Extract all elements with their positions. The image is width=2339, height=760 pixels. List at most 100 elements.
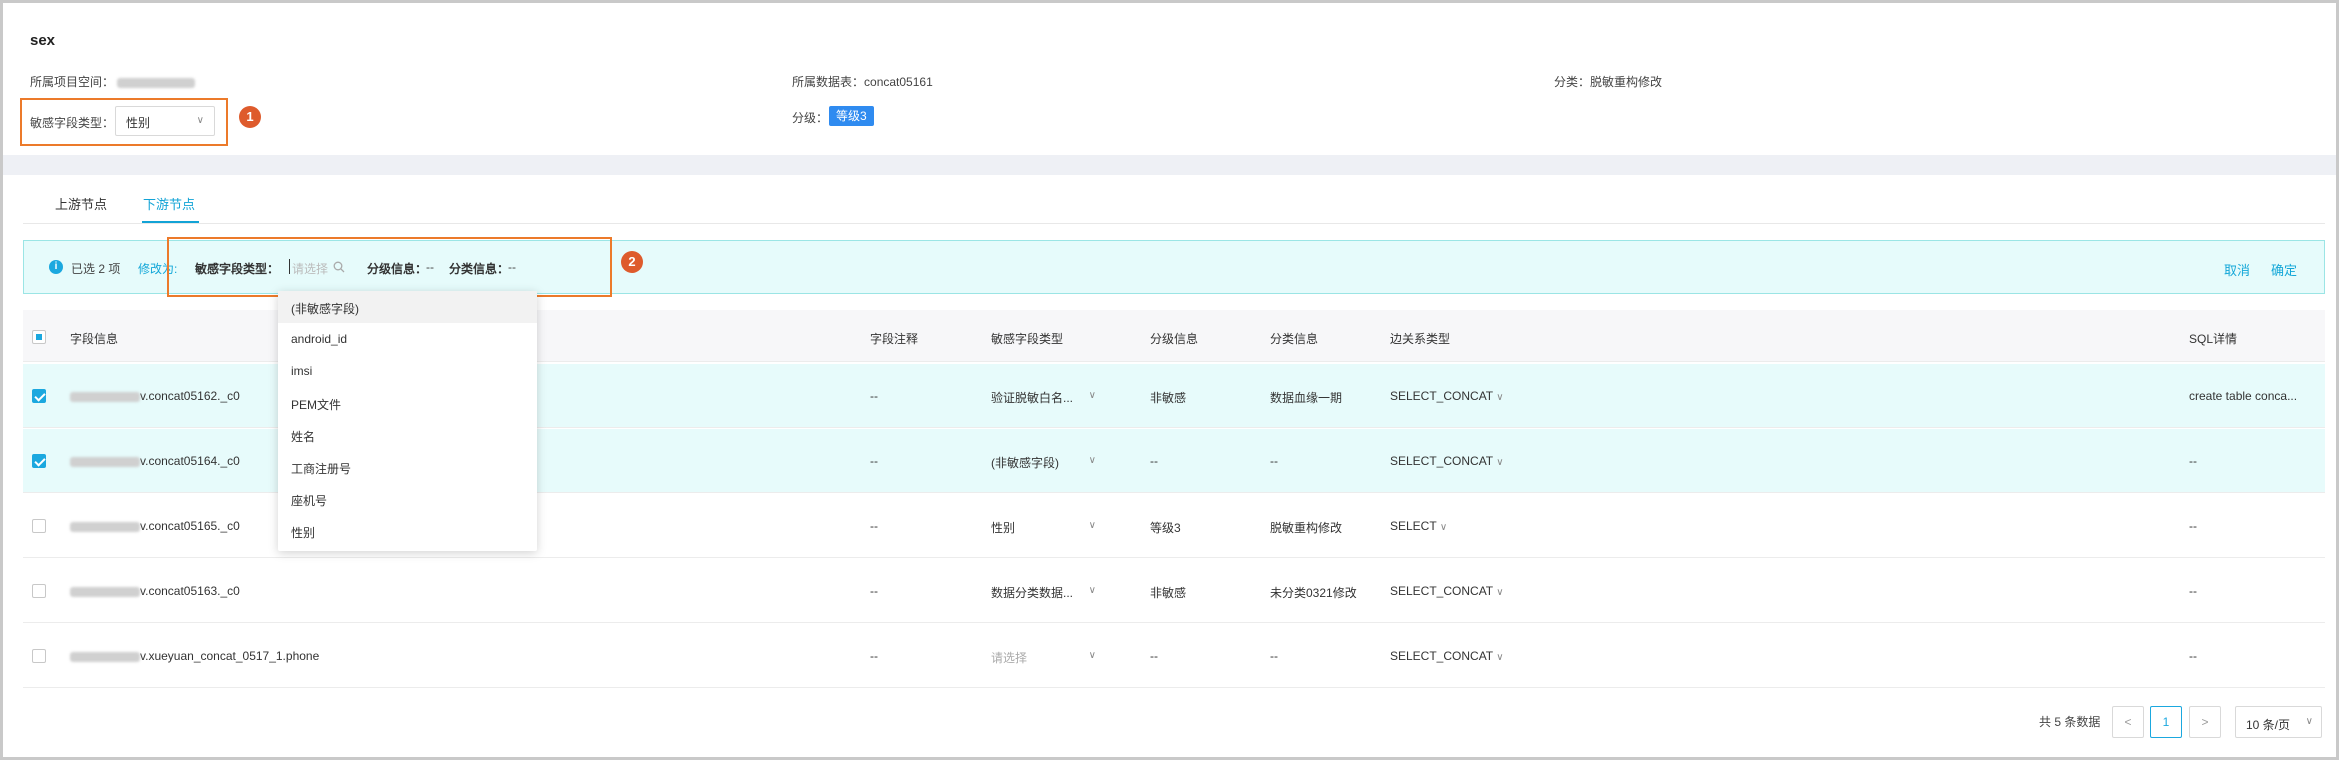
next-page-button[interactable]: >	[2189, 706, 2221, 738]
page-size-value: 10 条/页	[2246, 718, 2291, 732]
chevron-down-icon: ∨	[1088, 585, 1096, 596]
sql-detail[interactable]: create table conca...	[2189, 389, 2297, 403]
level-tag: 等级3	[829, 106, 874, 126]
field-comment: --	[870, 519, 878, 533]
sensitive-type-select[interactable]: 数据分类数据... ∨	[991, 584, 1096, 601]
field-redacted	[70, 521, 140, 532]
level-value: 等级3	[1150, 521, 1181, 535]
chevron-down-icon: ∨	[1088, 520, 1096, 531]
column-header-field: 字段信息	[70, 332, 119, 346]
sql-detail: --	[2189, 454, 2197, 468]
column-header-level: 分级信息	[1150, 332, 1199, 346]
field-name: v.concat05164._c0	[70, 454, 240, 468]
field-comment: --	[870, 454, 878, 468]
field-comment: --	[870, 389, 878, 403]
category-value: 脱敏重构修改	[1270, 521, 1343, 535]
sensitive-type-dropdown: (非敏感字段) android_id imsi PEM文件 姓名 工商注册号 座…	[278, 291, 537, 551]
edge-type-select[interactable]: SELECT_CONCAT ∨	[1390, 649, 1504, 663]
cancel-button[interactable]: 取消	[2224, 260, 2250, 279]
chevron-down-icon: ∨	[1496, 392, 1504, 403]
dropdown-option[interactable]: android_id	[278, 323, 537, 355]
info-icon: i	[49, 260, 63, 274]
total-count: 共 5 条数据	[2039, 715, 2101, 729]
edge-type-select[interactable]: SELECT ∨	[1390, 519, 1447, 533]
chevron-down-icon: ∨	[2305, 716, 2313, 727]
chevron-down-icon: ∨	[1088, 390, 1096, 401]
edge-type-select[interactable]: SELECT_CONCAT ∨	[1390, 584, 1504, 598]
tab-downstream[interactable]: 下游节点	[143, 194, 195, 213]
annotation-box-1	[20, 98, 228, 146]
field-redacted	[70, 651, 140, 662]
confirm-button[interactable]: 确定	[2271, 260, 2297, 279]
page-size-select[interactable]: 10 条/页 ∨	[2235, 706, 2322, 738]
sensitive-type-select[interactable]: (非敏感字段) ∨	[991, 454, 1096, 471]
prev-page-button[interactable]: <	[2112, 706, 2144, 738]
field-name: v.concat05163._c0	[70, 584, 240, 598]
chevron-down-icon: ∨	[1088, 455, 1096, 466]
selected-count: 已选 2 项	[71, 262, 121, 276]
annotation-box-2	[167, 237, 612, 297]
tab-upstream[interactable]: 上游节点	[55, 194, 107, 213]
level-value: 非敏感	[1150, 586, 1187, 600]
edge-type-select[interactable]: SELECT_CONCAT ∨	[1390, 454, 1504, 468]
category-info: 分类：脱敏重构修改	[1554, 73, 1662, 90]
chevron-down-icon: ∨	[1496, 587, 1504, 598]
row-checkbox[interactable]	[32, 649, 46, 663]
category-value: 未分类0321修改	[1270, 586, 1357, 600]
sql-detail: --	[2189, 519, 2197, 533]
field-name: v.xueyuan_concat_0517_1.phone	[70, 649, 319, 663]
tabs-baseline	[23, 223, 2325, 224]
category-value: --	[1270, 454, 1278, 468]
page-title: sex	[30, 32, 56, 49]
row-checkbox[interactable]	[32, 584, 46, 598]
field-comment: --	[870, 649, 878, 663]
dropdown-option[interactable]: 工商注册号	[278, 451, 537, 483]
dropdown-option[interactable]: imsi	[278, 355, 537, 387]
dropdown-option[interactable]: 座机号	[278, 483, 537, 515]
column-header-sql: SQL详情	[2189, 332, 2238, 346]
row-checkbox[interactable]	[32, 389, 46, 403]
project-space-info: 所属项目空间：	[30, 73, 196, 90]
field-redacted	[70, 456, 140, 467]
edge-type-select[interactable]: SELECT_CONCAT ∨	[1390, 389, 1504, 403]
row-checkbox[interactable]	[32, 519, 46, 533]
field-name: v.concat05162._c0	[70, 389, 240, 403]
category-value: 数据血缘一期	[1270, 391, 1343, 405]
sensitive-type-select[interactable]: 性别 ∨	[991, 519, 1096, 536]
sensitive-type-select[interactable]: 请选择 ∨	[991, 649, 1096, 666]
chevron-down-icon: ∨	[1439, 522, 1448, 533]
table-row	[23, 624, 2325, 688]
annotation-marker-1: 1	[239, 106, 261, 128]
project-space-label: 所属项目空间：	[30, 75, 115, 89]
level-value: --	[1150, 649, 1158, 663]
level-label: 分级：	[792, 111, 829, 125]
dropdown-option[interactable]: 性别	[278, 515, 537, 547]
section-divider	[3, 155, 2336, 175]
annotation-marker-2: 2	[621, 251, 643, 273]
table-info: 所属数据表：concat05161	[792, 73, 933, 90]
chevron-down-icon: ∨	[1496, 652, 1504, 663]
page-1-button[interactable]: 1	[2150, 706, 2182, 738]
dropdown-option[interactable]: (非敏感字段)	[278, 291, 537, 323]
category-value: 脱敏重构修改	[1590, 75, 1663, 89]
select-all-checkbox[interactable]	[32, 330, 46, 344]
dropdown-option[interactable]: PEM文件	[278, 387, 537, 419]
column-header-sensitive-type: 敏感字段类型	[991, 332, 1064, 346]
tab-active-indicator	[142, 221, 199, 223]
chevron-down-icon: ∨	[1088, 650, 1096, 661]
sql-detail: --	[2189, 584, 2197, 598]
field-redacted	[70, 586, 140, 597]
column-header-comment: 字段注释	[870, 332, 919, 346]
table-label: 所属数据表：	[792, 75, 865, 89]
field-name: v.concat05165._c0	[70, 519, 240, 533]
category-label: 分类：	[1554, 75, 1591, 89]
column-header-category: 分类信息	[1270, 332, 1319, 346]
sql-detail: --	[2189, 649, 2197, 663]
table-value: concat05161	[864, 75, 933, 89]
field-comment: --	[870, 584, 878, 598]
project-space-redacted	[117, 77, 196, 88]
row-checkbox[interactable]	[32, 454, 46, 468]
sensitive-type-select[interactable]: 验证脱敏白名... ∨	[991, 389, 1096, 406]
dropdown-option[interactable]: 姓名	[278, 419, 537, 451]
level-value: --	[1150, 454, 1158, 468]
